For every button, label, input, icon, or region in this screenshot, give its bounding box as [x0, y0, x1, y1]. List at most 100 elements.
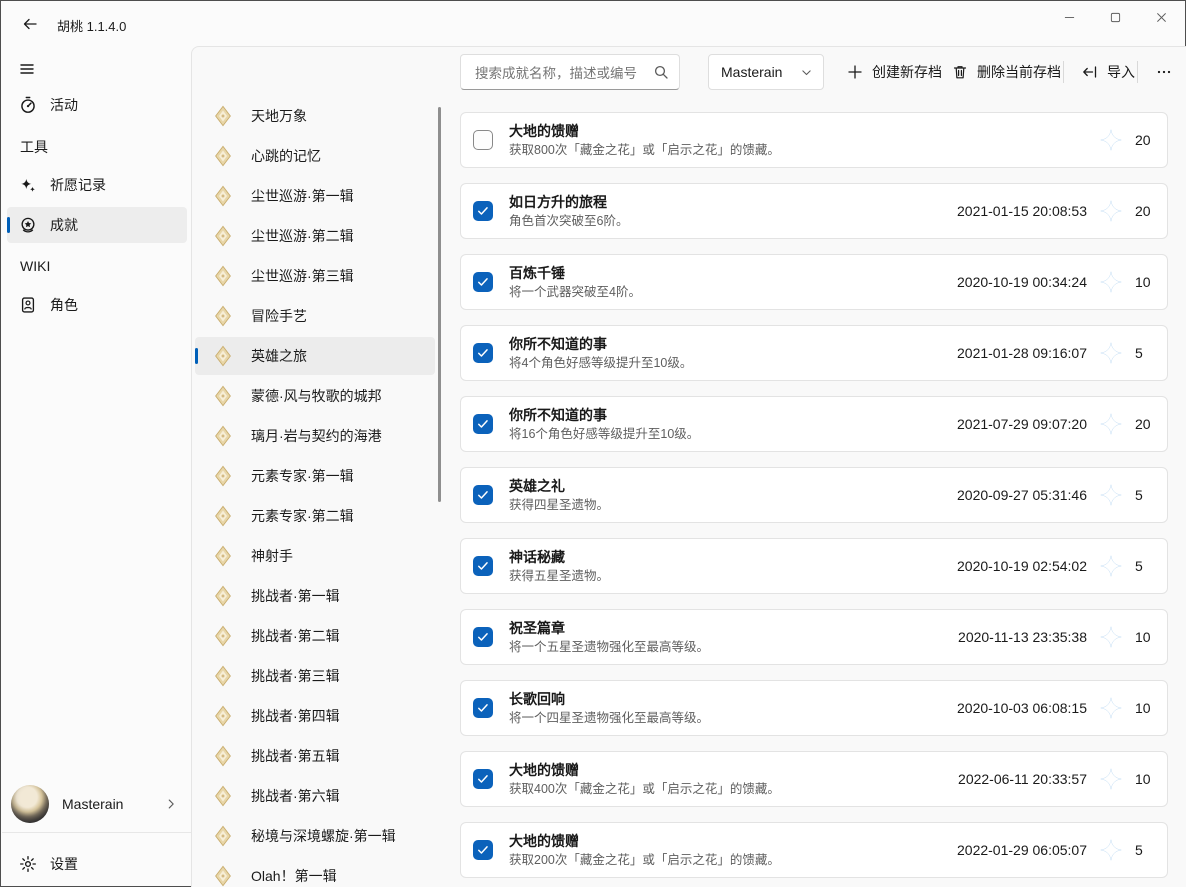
primogem-count: 5: [1135, 842, 1155, 858]
sidebar-item-achievements[interactable]: 成就: [7, 207, 187, 243]
create-archive-button[interactable]: 创建新存档: [837, 55, 952, 89]
category-item[interactable]: 元素专家·第一辑: [195, 457, 435, 495]
category-emblem-icon: [212, 705, 234, 727]
sidebar-item-settings[interactable]: 设置: [7, 846, 187, 882]
category-label: 璃月·岩与契约的海港: [251, 426, 382, 446]
category-item[interactable]: Olah！第一辑: [195, 857, 435, 895]
category-item[interactable]: 秘境与深境螺旋·第一辑: [195, 817, 435, 855]
category-label: 英雄之旅: [251, 346, 307, 366]
category-item[interactable]: 挑战者·第一辑: [195, 577, 435, 615]
menu-toggle-button[interactable]: [10, 54, 44, 84]
achievement-row[interactable]: 英雄之礼获得四星圣遗物。 2020-09-27 05:31:465: [460, 467, 1168, 523]
category-item[interactable]: 心跳的记忆: [195, 137, 435, 175]
sidebar-item-characters[interactable]: 角色: [7, 287, 187, 323]
achievement-row[interactable]: 长歌回响将一个四星圣遗物强化至最高等级。 2020-10-03 06:08:15…: [460, 680, 1168, 736]
category-label: 天地万象: [251, 106, 307, 126]
achievement-date: 2021-01-15 20:08:53: [957, 203, 1087, 219]
category-label: 蒙德·风与牧歌的城邦: [251, 386, 382, 406]
sidebar-section-tools: 工具: [20, 137, 48, 157]
achievement-row[interactable]: 你所不知道的事将16个角色好感等级提升至10级。 2021-07-29 09:0…: [460, 396, 1168, 452]
sidebar-item-label: 祈愿记录: [50, 175, 106, 195]
sparkle-icon: [19, 176, 37, 194]
selection-indicator: [195, 348, 198, 364]
category-emblem-icon: [212, 345, 234, 367]
category-label: 尘世巡游·第二辑: [251, 226, 354, 246]
trash-icon: [952, 64, 968, 80]
category-item[interactable]: 英雄之旅: [195, 337, 435, 375]
primogem-icon: [1100, 555, 1122, 577]
achievement-description: 将16个角色好感等级提升至10级。: [509, 426, 957, 443]
category-scrollbar[interactable]: [438, 107, 441, 502]
achievement-description: 角色首次突破至6阶。: [509, 213, 957, 230]
category-item[interactable]: 挑战者·第五辑: [195, 737, 435, 775]
category-item[interactable]: 神射手: [195, 537, 435, 575]
achievement-row[interactable]: 百炼千锤将一个武器突破至4阶。 2020-10-19 00:34:2410: [460, 254, 1168, 310]
category-item[interactable]: 冒险手艺: [195, 297, 435, 335]
minimize-button[interactable]: [1046, 2, 1092, 33]
primogem-count: 20: [1135, 416, 1155, 432]
category-label: 神射手: [251, 546, 293, 566]
category-item[interactable]: 挑战者·第六辑: [195, 777, 435, 815]
check-icon: [476, 275, 490, 289]
achievement-checkbox[interactable]: [473, 769, 493, 789]
category-label: 挑战者·第五辑: [251, 746, 340, 766]
import-button[interactable]: 导入: [1072, 55, 1145, 89]
achievement-row[interactable]: 大地的馈赠获取800次「藏金之花」或「启示之花」的馈藏。 20: [460, 112, 1168, 168]
achievement-row[interactable]: 大地的馈赠获取200次「藏金之花」或「启示之花」的馈藏。 2022-01-29 …: [460, 822, 1168, 878]
achievement-row[interactable]: 神话秘藏获得五星圣遗物。 2020-10-19 02:54:025: [460, 538, 1168, 594]
category-item[interactable]: 璃月·岩与契约的海港: [195, 417, 435, 455]
category-item[interactable]: 尘世巡游·第二辑: [195, 217, 435, 255]
achievement-description: 获取800次「藏金之花」或「启示之花」的馈藏。: [509, 142, 1087, 159]
achievement-checkbox[interactable]: [473, 130, 493, 150]
category-item[interactable]: 天地万象: [195, 97, 435, 135]
category-item[interactable]: 尘世巡游·第三辑: [195, 257, 435, 295]
achievement-checkbox[interactable]: [473, 840, 493, 860]
minimize-icon: [1064, 12, 1075, 23]
titlebar: 胡桃 1.1.4.0: [1, 1, 1185, 48]
category-label: 挑战者·第二辑: [251, 626, 340, 646]
more-options-button[interactable]: [1145, 55, 1183, 89]
achievement-date: 2020-10-19 02:54:02: [957, 558, 1087, 574]
primogem-icon: [1100, 768, 1122, 790]
achievement-checkbox[interactable]: [473, 698, 493, 718]
delete-archive-button[interactable]: 删除当前存档: [942, 55, 1071, 89]
achievement-description: 将4个角色好感等级提升至10级。: [509, 355, 957, 372]
primogem-count: 10: [1135, 274, 1155, 290]
achievement-title: 大地的馈赠: [509, 761, 958, 779]
achievement-checkbox[interactable]: [473, 485, 493, 505]
achievement-checkbox[interactable]: [473, 272, 493, 292]
category-item[interactable]: 挑战者·第三辑: [195, 657, 435, 695]
sidebar-item-wish-history[interactable]: 祈愿记录: [7, 167, 187, 203]
category-item[interactable]: 挑战者·第二辑: [195, 617, 435, 655]
search-icon[interactable]: [653, 64, 669, 80]
category-item[interactable]: 挑战者·第四辑: [195, 697, 435, 735]
search-input[interactable]: [473, 55, 649, 91]
achievement-row[interactable]: 祝圣篇章将一个五星圣遗物强化至最高等级。 2020-11-13 23:35:38…: [460, 609, 1168, 665]
sidebar-item-activity[interactable]: 活动: [7, 87, 187, 123]
back-button[interactable]: [14, 10, 46, 38]
category-item[interactable]: 尘世巡游·第一辑: [195, 177, 435, 215]
maximize-button[interactable]: [1092, 2, 1138, 33]
toolbar-divider: [1137, 61, 1138, 83]
achievement-checkbox[interactable]: [473, 343, 493, 363]
user-profile-row[interactable]: Masterain: [2, 782, 191, 826]
achievement-checkbox[interactable]: [473, 201, 493, 221]
check-icon: [476, 630, 490, 644]
close-icon: [1156, 12, 1167, 23]
achievement-checkbox[interactable]: [473, 414, 493, 434]
achievement-row[interactable]: 大地的馈赠获取400次「藏金之花」或「启示之花」的馈藏。 2022-06-11 …: [460, 751, 1168, 807]
achievement-checkbox[interactable]: [473, 556, 493, 576]
archive-select-dropdown[interactable]: Masterain: [708, 54, 824, 90]
category-label: 挑战者·第一辑: [251, 586, 340, 606]
achievement-title: 你所不知道的事: [509, 406, 957, 424]
category-emblem-icon: [212, 825, 234, 847]
achievement-title: 长歌回响: [509, 690, 957, 708]
category-item[interactable]: 元素专家·第二辑: [195, 497, 435, 535]
achievement-row[interactable]: 你所不知道的事将4个角色好感等级提升至10级。 2021-01-28 09:16…: [460, 325, 1168, 381]
achievement-laurel-icon: [19, 216, 37, 234]
category-label: Olah！第一辑: [251, 866, 337, 886]
achievement-row[interactable]: 如日方升的旅程角色首次突破至6阶。 2021-01-15 20:08:5320: [460, 183, 1168, 239]
category-item[interactable]: 蒙德·风与牧歌的城邦: [195, 377, 435, 415]
close-button[interactable]: [1138, 2, 1184, 33]
achievement-checkbox[interactable]: [473, 627, 493, 647]
